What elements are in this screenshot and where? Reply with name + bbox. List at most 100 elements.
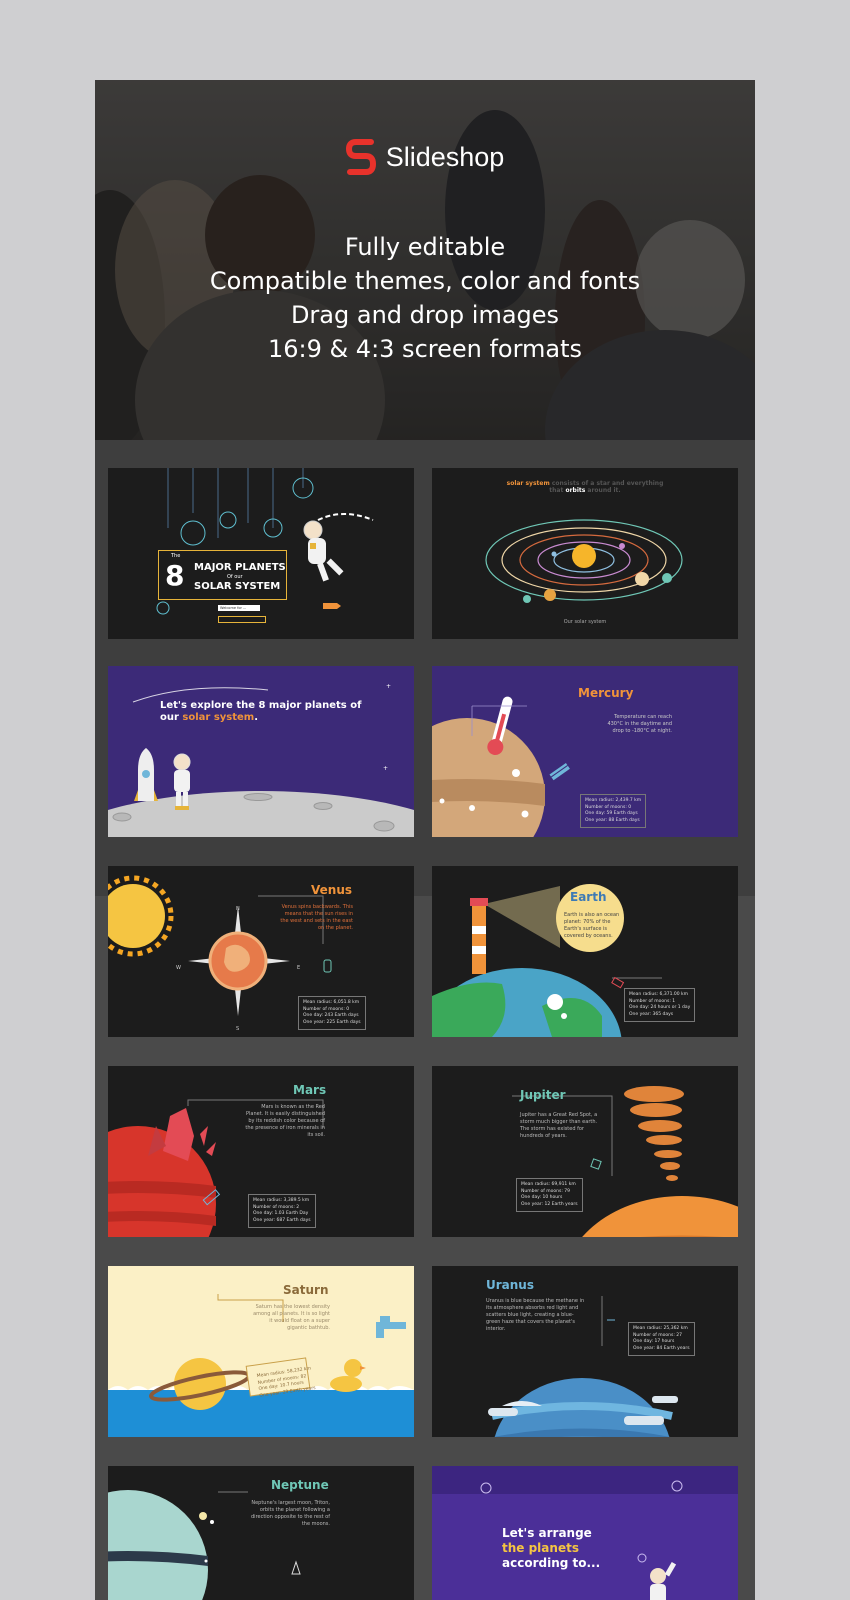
compass-north: N [236, 906, 240, 912]
slide-title: Uranus [486, 1278, 534, 1292]
orbit-diagram [485, 519, 683, 603]
slide-description: Neptune's largest moon, Triton, orbits t… [226, 1500, 330, 1528]
desc-line: among all planets. It is so light [253, 1311, 330, 1317]
feature-item: Fully editable [344, 233, 506, 261]
slide-description: Venus spins backwards. This means that t… [258, 904, 353, 932]
feature-item: Drag and drop images [290, 301, 560, 329]
slide-description: Jupiter has a Great Red Spot, a storm mu… [520, 1112, 620, 1140]
stat-line: One year: 84 Earth years [633, 1345, 690, 1351]
title-line: Let's arrange [502, 1526, 592, 1540]
slide-thumbnail-mercury[interactable]: Mercury Temperature can reach 430°C in t… [432, 666, 738, 837]
desc-line: Venus spins backwards. This [281, 904, 353, 910]
slide-thumbnail-saturn[interactable]: Saturn Saturn has the lowest density amo… [108, 1266, 414, 1437]
slideshop-logo-icon [345, 139, 376, 175]
feature-item: Compatible themes, color and fonts [209, 267, 641, 295]
slide-description: Mars is known as the Red Planet. It is e… [223, 1104, 325, 1139]
compass-east: E [297, 965, 301, 971]
product-preview-page: Slideshop Fully editable Compatible them… [95, 80, 755, 1600]
title-part: our [160, 712, 183, 723]
desc-line: Neptune's largest moon, Triton, [251, 1500, 330, 1506]
welcome-bar: Welcome for ... [218, 605, 260, 611]
feature-item: 16:9 & 4:3 screen formats [267, 335, 583, 363]
slide-thumbnail-jupiter[interactable]: Jupiter Jupiter has a Great Red Spot, a … [432, 1066, 738, 1237]
desc-line: Earth's surface is [564, 926, 608, 932]
stat-line: One year: 365 days [629, 1011, 674, 1017]
slide-thumbnail-title[interactable]: The 8 MAJOR PLANETS Of our SOLAR SYSTEM … [108, 468, 414, 639]
venus-illustration [108, 875, 332, 1016]
slide-caption: Our solar system [563, 619, 607, 625]
jupiter-illustration [512, 1086, 738, 1237]
slide-title-line2: SOLAR SYSTEM [194, 581, 281, 592]
stat-line: One year: 225 Earth days [303, 1019, 361, 1025]
slide-thumbnail-solar-system[interactable]: solar system consists of a star and ever… [432, 468, 738, 639]
slide-thumbnail-arrange[interactable]: Let's arrange the planets according to..… [432, 1466, 738, 1600]
desc-line: Jupiter has a Great Red Spot, a [520, 1112, 598, 1118]
desc-line: planet: 70% of the [564, 919, 611, 925]
desc-line: storm much bigger than earth. [520, 1119, 598, 1125]
title-part: . [254, 712, 259, 723]
brand-name: Slideshop [385, 141, 505, 172]
feature-list: Fully editable Compatible themes, color … [95, 230, 755, 366]
stat-line: One year: 12 Earth years [521, 1201, 578, 1207]
desc-line: Uranus is blue because the methane in [486, 1298, 585, 1304]
desc-line: interior. [486, 1326, 506, 1332]
neptune-illustration [108, 1490, 301, 1600]
hero-banner: Slideshop Fully editable Compatible them… [95, 80, 755, 440]
slide-description: Earth is also an ocean planet: 70% of th… [564, 912, 624, 940]
desc-line: the moons. [301, 1521, 330, 1527]
desc-line: its atmosphere absorbs red light and [486, 1305, 579, 1311]
slide-description: Temperature can reach 430°C in the dayti… [572, 714, 672, 735]
stats-box: Mean radius: 3,389.5 km Number of moons:… [248, 1194, 316, 1228]
stat-line: Mean radius: 6,371.00 km [629, 992, 689, 997]
slide-title: Jupiter [520, 1088, 566, 1102]
desc-line: green haze that covers the planet's [486, 1319, 575, 1325]
desc-line: orbits the planet following a [259, 1507, 330, 1513]
desc-line: Saturn has the lowest density [255, 1304, 330, 1310]
brand-header: Slideshop [95, 138, 755, 176]
slide-thumbnail-mars[interactable]: Mars Mars is known as the Red Planet. It… [108, 1066, 414, 1237]
slide-thumbnail-neptune[interactable]: Neptune Neptune's largest moon, Triton, … [108, 1466, 414, 1600]
slide-title: Mercury [578, 686, 634, 700]
desc-line: means that the sun rises in [284, 911, 353, 917]
slide-thumbnail-earth[interactable]: Earth Earth is also an ocean planet: 70%… [432, 866, 738, 1037]
slide-thumbnail-explore[interactable]: + + Let's explore the 8 major planets of … [108, 666, 414, 837]
stat-line: Mean radius: 69,911 km [521, 1182, 576, 1187]
desc-line: it would float on a super [269, 1318, 330, 1324]
slide-thumbnail-venus[interactable]: Venus Venus spins backwards. This means … [108, 866, 414, 1037]
stat-line: Mean radius: 2,439.7 km [585, 798, 642, 803]
desc-line: direction opposite to the rest of [251, 1514, 330, 1520]
stat-line: Mean radius: 25,362 km [633, 1326, 688, 1331]
stats-box: Mean radius: 6,371.00 km Number of moons… [624, 988, 696, 1022]
stats-box: Mean radius: 2,439.7 km Number of moons:… [580, 794, 647, 828]
desc-line: the presence of iron minerals in [245, 1125, 325, 1131]
compass-south: S [236, 1026, 240, 1032]
slide-thumbnail-uranus[interactable]: Uranus Uranus is blue because the methan… [432, 1266, 738, 1437]
progress-bar [218, 616, 266, 623]
stats-box: Mean radius: 6,051.8 km Number of moons:… [298, 996, 366, 1030]
stat-line: One year: 88 Earth days [585, 817, 640, 823]
stat-line: Mean radius: 3,389.5 km [253, 1198, 310, 1203]
title-box: The 8 MAJOR PLANETS Of our SOLAR SYSTEM [158, 550, 287, 600]
slide-title: Let's arrange the planets according to..… [502, 1526, 600, 1571]
slide-title-number: 8 [165, 559, 185, 592]
slide-title: Neptune [271, 1478, 329, 1492]
svg-text:+: + [383, 765, 388, 772]
slide-title: Earth [570, 890, 607, 904]
desc-line: 430°C in the daytime and [607, 721, 672, 727]
stat-line: One day: 243 Earth days [303, 1013, 359, 1018]
desc-line: on the planet. [317, 925, 353, 931]
slide-title: Saturn [283, 1283, 329, 1297]
stats-box: Mean radius: 69,911 km Number of moons: … [516, 1178, 583, 1212]
slide-description: Uranus is blue because the methane in it… [486, 1298, 606, 1333]
slide-title: Mars [293, 1083, 327, 1097]
stat-line: One day: 1.03 Earth Day [253, 1211, 309, 1216]
desc-line: Planet. It is easily distinguished [246, 1111, 325, 1117]
stat-line: One day: 59 Earth days [585, 811, 638, 816]
slide-title-of: Of our [227, 574, 243, 580]
stat-line: One day: 24 hours or 1 day [629, 1005, 691, 1010]
slide-title-line1: Let's explore the 8 major planets of [160, 700, 362, 711]
slide-description: Saturn has the lowest density among all … [226, 1304, 330, 1332]
desc-line: covered by oceans. [564, 933, 613, 939]
title-line-highlight: the planets [502, 1541, 579, 1555]
desc-line: hundreds of years. [520, 1133, 567, 1139]
